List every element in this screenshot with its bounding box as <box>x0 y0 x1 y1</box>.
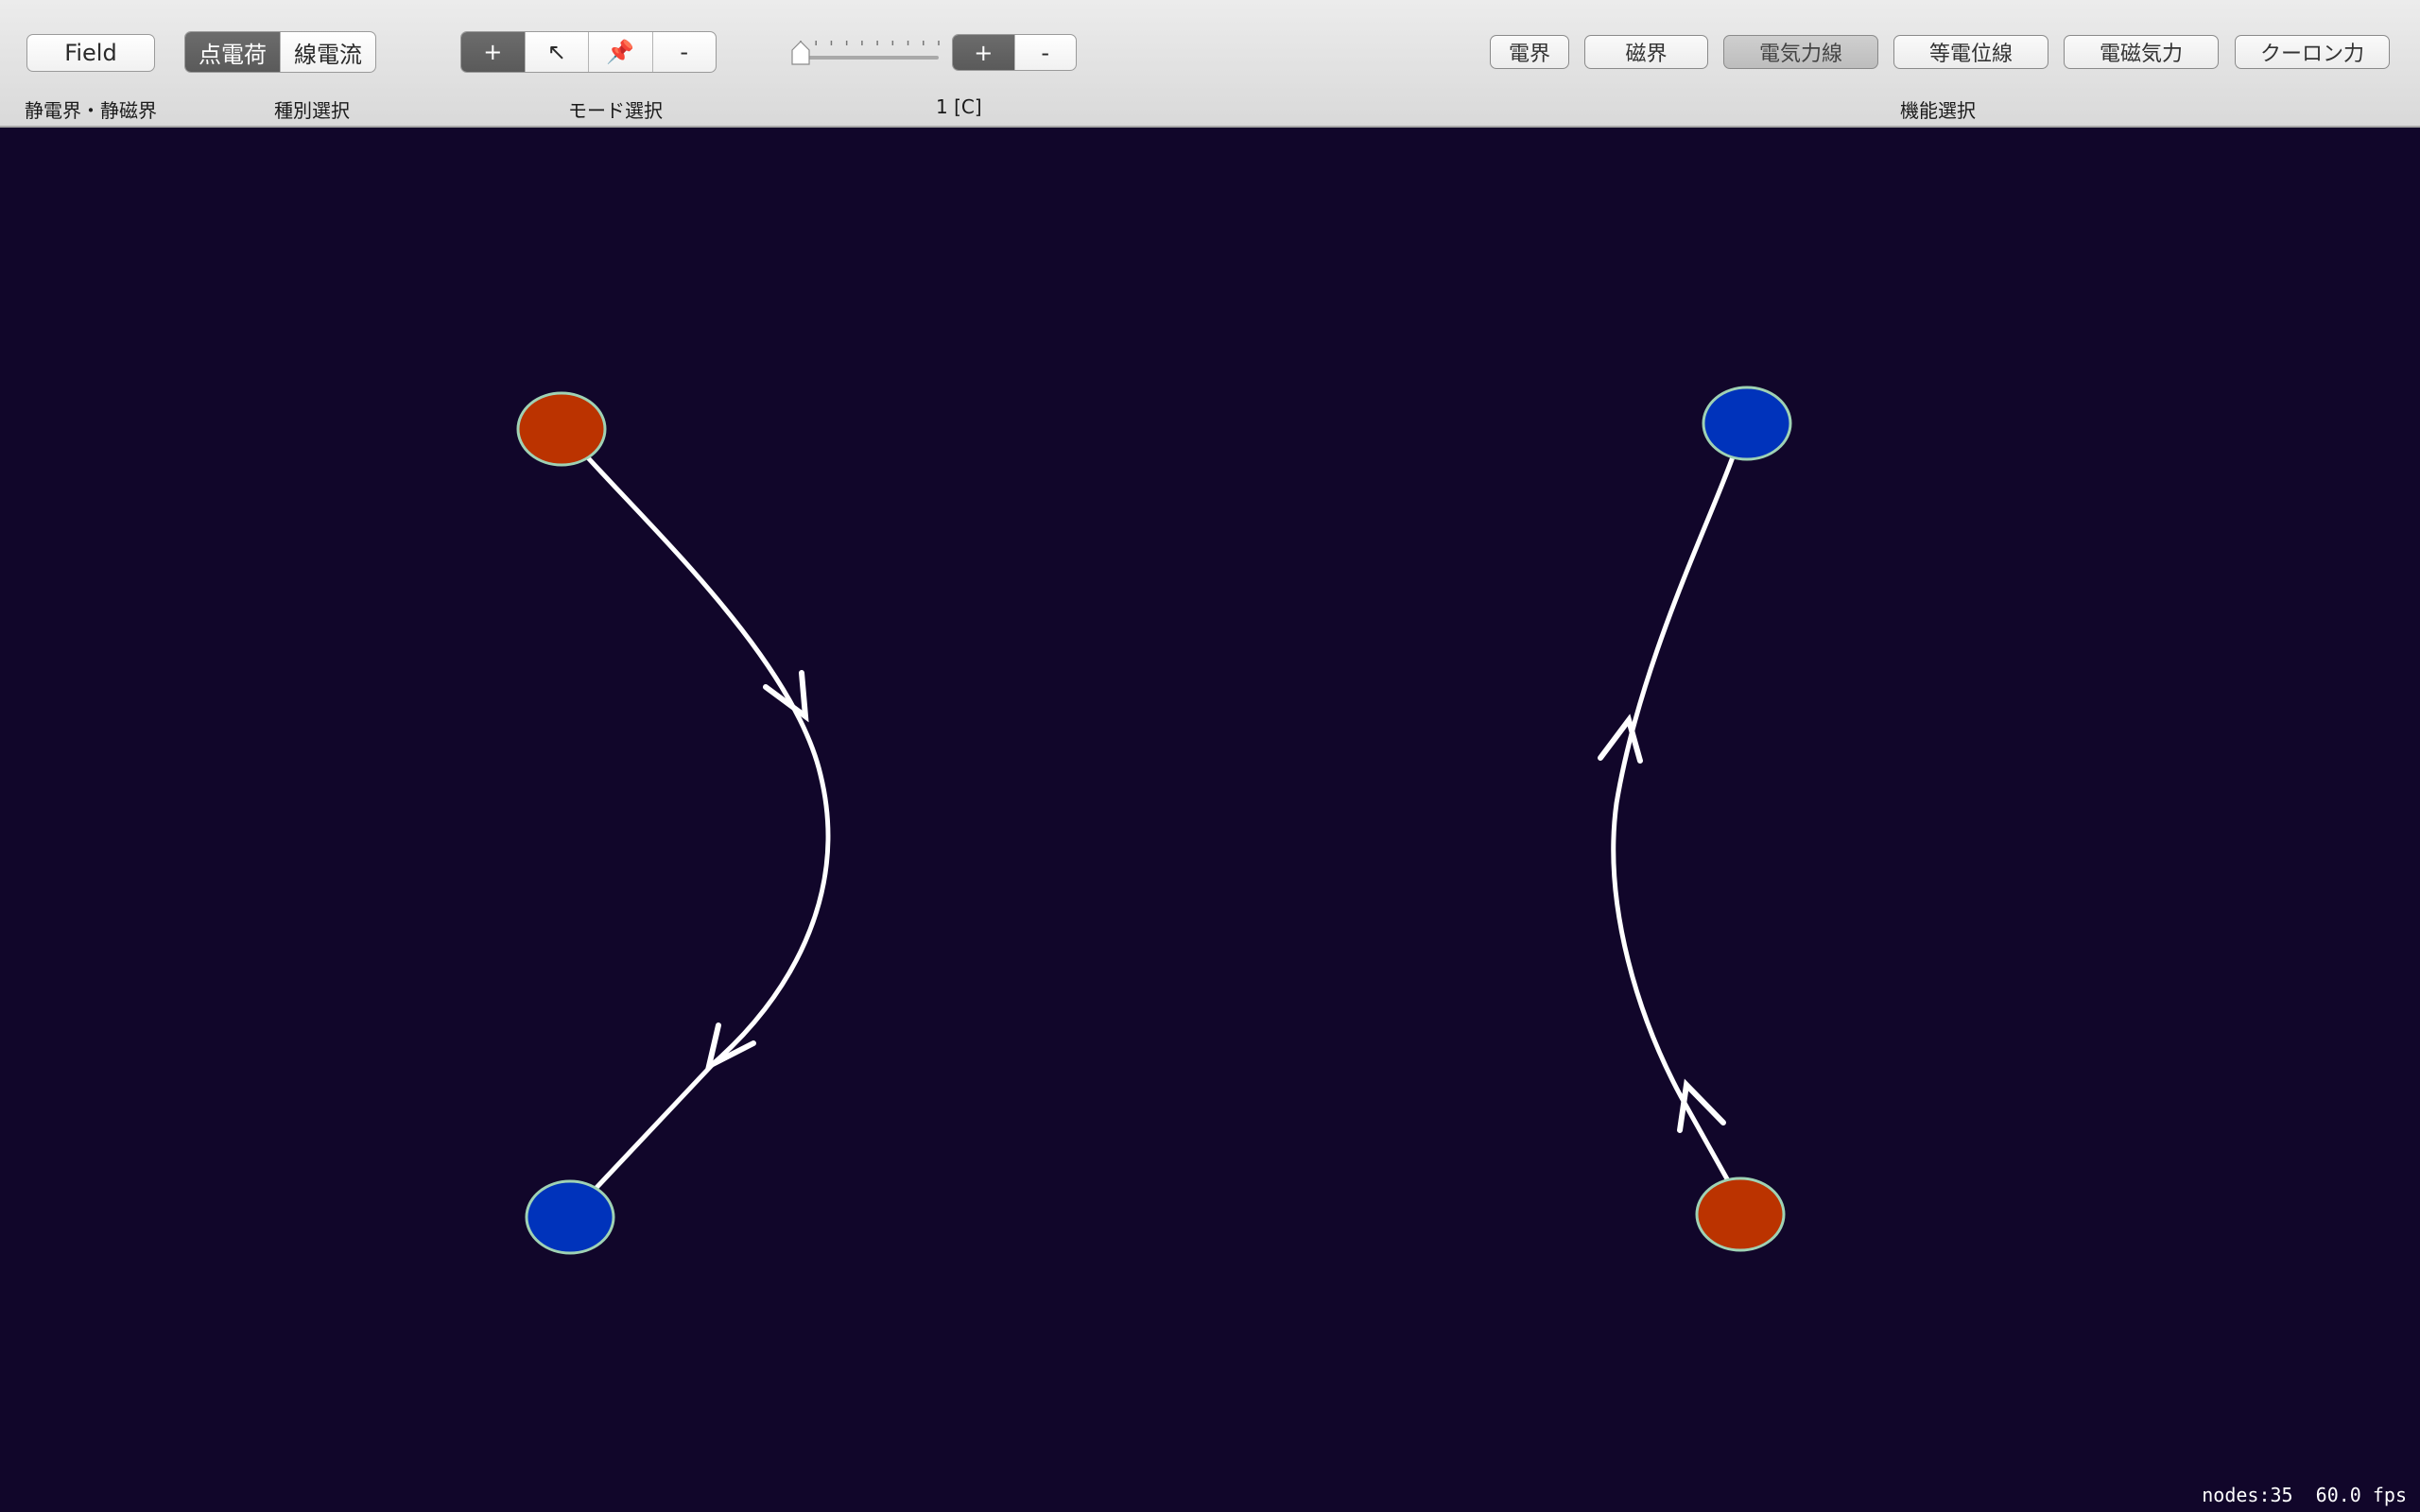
slider-track <box>799 56 939 60</box>
electric-field-button[interactable]: 電界 <box>1490 35 1569 69</box>
tool-pin-button[interactable]: 📌 <box>589 32 653 72</box>
negative-charge[interactable] <box>1702 386 1792 461</box>
tool-remove-button[interactable]: - <box>653 32 717 72</box>
status-readout: nodes:35 60.0 fps <box>2202 1484 2407 1506</box>
pin-icon: 📌 <box>606 39 635 65</box>
positive-charge[interactable] <box>516 391 607 467</box>
toolbar: Field 点電荷 線電流 + ↖ 📌 - + - 電界 磁界 電気力線 等電位… <box>0 0 2420 128</box>
plus-icon: + <box>483 39 503 65</box>
select-arrow-icon: ↖ <box>546 39 566 65</box>
magnitude-value-label: 1 [C] <box>936 95 982 118</box>
magnetic-field-button[interactable]: 磁界 <box>1584 35 1708 69</box>
positive-charge[interactable] <box>1695 1177 1786 1252</box>
field-mode-label: 静電界・静磁界 <box>25 99 157 122</box>
field-mode-button[interactable]: Field <box>26 34 155 72</box>
type-segmented-control: 点電荷 線電流 <box>184 31 376 73</box>
field-lines-button[interactable]: 電気力線 <box>1723 35 1878 69</box>
minus-icon: - <box>680 39 689 65</box>
tool-add-button[interactable]: + <box>461 32 526 72</box>
type-point-charge[interactable]: 点電荷 <box>185 32 281 72</box>
type-select-label: 種別選択 <box>274 99 350 122</box>
simulation-canvas[interactable] <box>0 128 2420 1512</box>
sign-negative-button[interactable]: - <box>1015 35 1077 70</box>
slider-knob[interactable] <box>791 41 810 65</box>
sign-segmented-control: + - <box>952 34 1077 71</box>
coulomb-force-button[interactable]: クーロン力 <box>2235 35 2390 69</box>
equipotential-lines-button[interactable]: 等電位線 <box>1893 35 2048 69</box>
mode-select-label: モード選択 <box>568 99 663 122</box>
sign-positive-button[interactable]: + <box>953 35 1015 70</box>
electromagnetic-force-button[interactable]: 電磁気力 <box>2064 35 2219 69</box>
feature-select-label: 機能選択 <box>1900 99 1976 122</box>
fps-readout: 60.0 fps <box>2315 1484 2407 1506</box>
magnitude-slider[interactable] <box>789 38 941 66</box>
node-count: nodes:35 <box>2202 1484 2293 1506</box>
tool-select-button[interactable]: ↖ <box>526 32 589 72</box>
negative-charge[interactable] <box>525 1179 615 1255</box>
tool-segmented-control: + ↖ 📌 - <box>460 31 717 73</box>
canvas-background <box>0 128 2420 1512</box>
type-line-current[interactable]: 線電流 <box>281 32 375 72</box>
